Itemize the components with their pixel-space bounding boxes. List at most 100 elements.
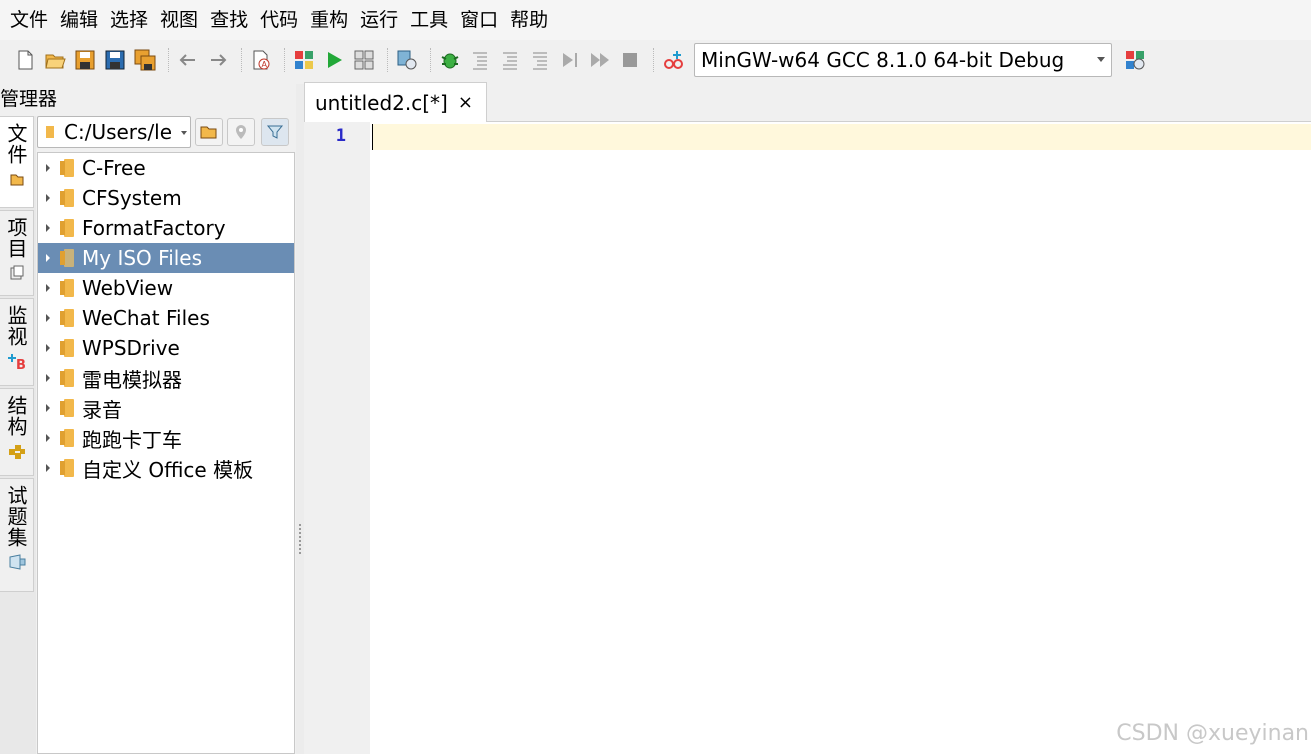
tree-item[interactable]: FormatFactory xyxy=(38,213,294,243)
forward-arrow-icon[interactable] xyxy=(205,47,231,73)
menu-code[interactable]: 代码 xyxy=(254,0,304,40)
expand-arrow-icon[interactable] xyxy=(46,374,50,382)
menu-select[interactable]: 选择 xyxy=(104,0,154,40)
file-tree: C-Free CFSystem FormatFactory My ISO Fil… xyxy=(37,152,295,754)
toolbar-separator xyxy=(241,48,242,72)
rebuild-icon[interactable] xyxy=(394,47,420,73)
line-number: 1 xyxy=(335,126,346,146)
tree-item-label: 自定义 Office 模板 xyxy=(82,457,254,482)
watermark: CSDN @xueyinan xyxy=(1116,721,1309,746)
expand-arrow-icon[interactable] xyxy=(46,314,50,322)
folder-icon xyxy=(60,249,74,267)
structure-icon xyxy=(7,441,27,461)
tree-item[interactable]: CFSystem xyxy=(38,183,294,213)
toolbar-separator xyxy=(284,48,285,72)
splitter-grip xyxy=(299,524,301,554)
svg-text:A: A xyxy=(262,60,268,69)
tree-item[interactable]: 自定义 Office 模板 xyxy=(38,453,294,483)
step-into-icon[interactable] xyxy=(467,47,493,73)
close-icon[interactable]: × xyxy=(458,92,473,113)
tree-item-label: FormatFactory xyxy=(82,216,226,240)
menu-find[interactable]: 查找 xyxy=(204,0,254,40)
folder-icon xyxy=(60,189,74,207)
side-tab-files[interactable]: 文件 xyxy=(0,116,34,208)
menu-tools[interactable]: 工具 xyxy=(404,0,454,40)
filter-button[interactable] xyxy=(261,118,289,146)
expand-arrow-icon[interactable] xyxy=(46,164,50,172)
new-file-icon[interactable] xyxy=(12,47,38,73)
side-tab-label: 文件 xyxy=(4,123,28,165)
open-file-icon[interactable] xyxy=(42,47,68,73)
locate-button[interactable] xyxy=(227,118,255,146)
run-icon[interactable] xyxy=(321,47,347,73)
folder-icon xyxy=(7,169,27,189)
current-line-highlight xyxy=(372,124,1311,150)
expand-arrow-icon[interactable] xyxy=(46,254,50,262)
menu-help[interactable]: 帮助 xyxy=(504,0,554,40)
location-pin-icon xyxy=(236,125,246,139)
back-arrow-icon[interactable] xyxy=(175,47,201,73)
folder-icon xyxy=(60,309,74,327)
open-folder-button[interactable] xyxy=(195,118,223,146)
menu-refactor[interactable]: 重构 xyxy=(304,0,354,40)
tree-item[interactable]: C-Free xyxy=(38,153,294,183)
side-tab-bar: 文件 项目 监视 B 结构 试题集 xyxy=(0,116,36,754)
project-icon xyxy=(7,263,27,283)
compiler-select[interactable]: MinGW-w64 GCC 8.1.0 64-bit Debug xyxy=(694,43,1112,77)
folder-icon xyxy=(60,399,74,417)
save-as-icon[interactable] xyxy=(102,47,128,73)
save-all-icon[interactable] xyxy=(132,47,158,73)
add-watch-icon[interactable] xyxy=(660,47,686,73)
toolbar-separator xyxy=(430,48,431,72)
path-select[interactable]: C:/Users/le xyxy=(37,116,191,148)
toolbar-separator xyxy=(387,48,388,72)
side-tab-structure[interactable]: 结构 xyxy=(0,388,34,476)
continue-icon[interactable] xyxy=(587,47,613,73)
expand-arrow-icon[interactable] xyxy=(46,434,50,442)
open-folder-icon xyxy=(200,126,217,139)
tree-item[interactable]: WebView xyxy=(38,273,294,303)
stop-icon[interactable] xyxy=(617,47,643,73)
side-tab-watch[interactable]: 监视 B xyxy=(0,298,34,386)
svg-text:B: B xyxy=(16,358,26,370)
expand-arrow-icon[interactable] xyxy=(46,404,50,412)
folder-icon xyxy=(46,126,54,138)
expand-arrow-icon[interactable] xyxy=(46,284,50,292)
editor-tab[interactable]: untitled2.c[*] × xyxy=(304,82,487,122)
side-tab-problem-set[interactable]: 试题集 xyxy=(0,478,34,592)
step-out-icon[interactable] xyxy=(527,47,553,73)
compile-icon[interactable] xyxy=(291,47,317,73)
side-tab-project[interactable]: 项目 xyxy=(0,210,34,296)
path-select-value: C:/Users/le xyxy=(64,120,173,144)
expand-arrow-icon[interactable] xyxy=(46,464,50,472)
tree-item[interactable]: 雷电模拟器 xyxy=(38,363,294,393)
tree-item-selected[interactable]: My ISO Files xyxy=(38,243,294,273)
expand-arrow-icon[interactable] xyxy=(46,344,50,352)
step-over-icon[interactable] xyxy=(497,47,523,73)
expand-arrow-icon[interactable] xyxy=(46,224,50,232)
tree-item[interactable]: WeChat Files xyxy=(38,303,294,333)
tree-item-label: C-Free xyxy=(82,156,146,180)
tree-item[interactable]: 跑跑卡丁车 xyxy=(38,423,294,453)
panel-splitter[interactable] xyxy=(296,84,304,754)
format-code-icon[interactable]: A xyxy=(248,47,274,73)
expand-arrow-icon[interactable] xyxy=(46,194,50,202)
toolbar-separator xyxy=(168,48,169,72)
menu-bar: 文件 编辑 选择 视图 查找 代码 重构 运行 工具 窗口 帮助 xyxy=(0,0,1311,40)
menu-edit[interactable]: 编辑 xyxy=(54,0,104,40)
menu-file[interactable]: 文件 xyxy=(4,0,54,40)
folder-icon xyxy=(60,339,74,357)
save-icon[interactable] xyxy=(72,47,98,73)
tree-item[interactable]: WPSDrive xyxy=(38,333,294,363)
run-to-cursor-icon[interactable] xyxy=(557,47,583,73)
tree-item-label: My ISO Files xyxy=(82,246,203,270)
tree-item[interactable]: 录音 xyxy=(38,393,294,423)
menu-window[interactable]: 窗口 xyxy=(454,0,504,40)
compile-run-icon[interactable] xyxy=(351,47,377,73)
menu-run[interactable]: 运行 xyxy=(354,0,404,40)
debug-bug-icon[interactable] xyxy=(437,47,463,73)
compiler-select-value: MinGW-w64 GCC 8.1.0 64-bit Debug xyxy=(701,48,1065,72)
code-editor[interactable]: CSDN @xueyinan xyxy=(370,122,1311,754)
menu-view[interactable]: 视图 xyxy=(154,0,204,40)
compiler-options-icon[interactable] xyxy=(1122,47,1148,73)
